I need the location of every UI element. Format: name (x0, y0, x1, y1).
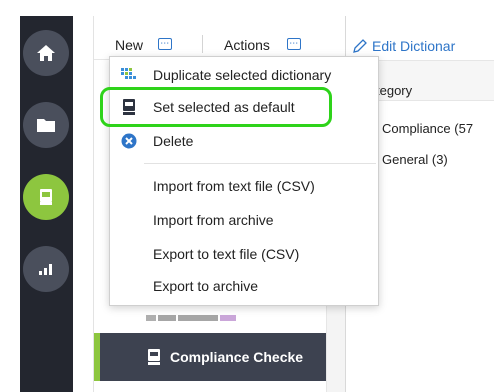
menu-divider (144, 163, 376, 164)
category-item[interactable]: Compliance (57 (382, 121, 473, 136)
top-band (0, 0, 494, 16)
menu-item-delete[interactable]: Delete (110, 128, 378, 154)
category-item[interactable]: General (3) (382, 152, 448, 167)
home-icon[interactable] (23, 30, 69, 76)
menu-item-label: Import from text file (CSV) (153, 178, 315, 194)
selected-dictionary-label: Compliance Checke (170, 349, 304, 365)
folder-icon[interactable] (23, 102, 69, 148)
toolbar-divider (202, 35, 203, 53)
reports-icon[interactable] (23, 246, 69, 292)
edit-dictionary-link[interactable]: Edit Dictionar (353, 38, 456, 54)
actions-menu-label[interactable]: Actions (224, 37, 270, 53)
menu-item-label: Export to archive (153, 278, 259, 294)
menu-item-label: Delete (153, 133, 194, 149)
dictionary-icon[interactable] (23, 174, 69, 220)
pencil-icon (352, 38, 368, 57)
list-item[interactable] (146, 306, 266, 321)
category-column-header[interactable]: tegory (376, 83, 412, 98)
duplicate-grid-icon (121, 67, 137, 83)
menu-item-label: Set selected as default (153, 99, 295, 115)
menu-item-label: Export to text file (CSV) (153, 246, 300, 262)
actions-more-icon[interactable]: ⋯ (287, 38, 301, 50)
delete-x-icon (121, 133, 137, 149)
toolbar: New ⋯ Actions ⋯ (94, 16, 346, 60)
menu-item-import-archive[interactable]: Import from archive (110, 207, 378, 233)
menu-item-export-archive[interactable]: Export to archive (110, 273, 378, 299)
menu-item-duplicate[interactable]: Duplicate selected dictionary (110, 62, 378, 88)
new-more-icon[interactable]: ⋯ (158, 38, 172, 50)
menu-item-export-csv[interactable]: Export to text file (CSV) (110, 241, 378, 267)
selected-dictionary-row[interactable]: Compliance Checke (94, 333, 326, 381)
book-icon (148, 349, 160, 368)
menu-item-label: Duplicate selected dictionary (153, 67, 332, 83)
app-window: New ⋯ Actions ⋯ Compliance Checke Edit D… (0, 0, 494, 392)
menu-item-import-csv[interactable]: Import from text file (CSV) (110, 173, 378, 199)
menu-item-label: Import from archive (153, 212, 274, 228)
menu-item-set-default[interactable]: Set selected as default (110, 94, 378, 120)
new-menu-label[interactable]: New (115, 37, 143, 53)
edit-dictionary-label: Edit Dictionar (372, 38, 456, 54)
book-icon (121, 99, 137, 115)
actions-dropdown-menu: Duplicate selected dictionary Set select… (109, 56, 379, 306)
